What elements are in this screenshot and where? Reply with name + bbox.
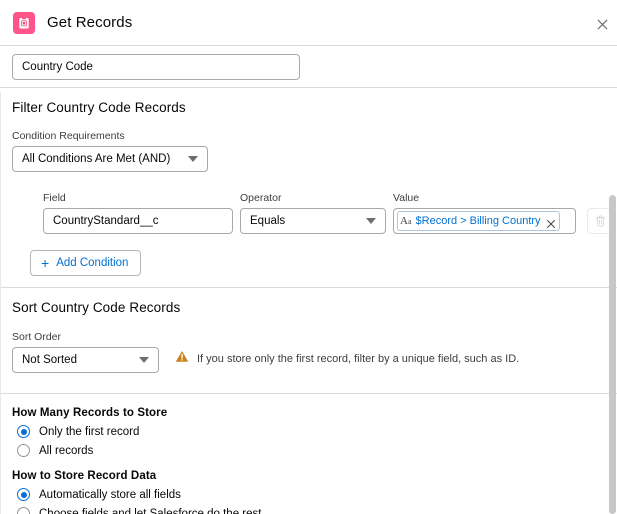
close-icon[interactable]	[592, 14, 612, 34]
vertical-scrollbar[interactable]	[609, 195, 616, 514]
filter-operator-select[interactable]: Equals	[240, 208, 386, 234]
get-records-clipboard-icon	[13, 11, 35, 34]
chevron-down-icon	[188, 156, 198, 162]
radio-only-first-record[interactable]: Only the first record	[12, 423, 605, 440]
condition-requirements-group: Condition Requirements All Conditions Ar…	[12, 129, 208, 172]
record-name-input[interactable]: Country Code	[12, 54, 300, 80]
record-name-input-value: Country Code	[22, 61, 93, 73]
condition-requirements-select[interactable]: All Conditions Are Met (AND)	[12, 146, 208, 172]
radio-indicator	[17, 507, 30, 514]
name-input-row: Country Code	[0, 46, 617, 88]
merge-field-pill[interactable]: Aa $Record > Billing Country	[397, 211, 560, 231]
sort-order-row: Sort Order Not Sorted If you store only …	[12, 330, 605, 373]
radio-label: All records	[39, 444, 94, 457]
filter-field-value: CountryStandard__c	[53, 215, 159, 227]
sort-section: Sort Country Code Records Sort Order Not…	[0, 288, 617, 394]
radio-label: Automatically store all fields	[39, 488, 181, 501]
sort-section-title: Sort Country Code Records	[12, 300, 181, 315]
radio-label: Choose fields and let Salesforce do the …	[39, 507, 262, 514]
chevron-down-icon	[366, 218, 376, 224]
sort-order-label: Sort Order	[12, 331, 62, 343]
add-condition-label: Add Condition	[56, 257, 129, 269]
filter-value-group: Value Aa $Record > Billing Country	[393, 191, 576, 234]
radio-indicator	[17, 488, 30, 501]
filter-condition-row: Field CountryStandard__c Operator Equals…	[12, 191, 613, 234]
filter-section: Filter Country Code Records Condition Re…	[0, 88, 617, 288]
get-records-modal: Get Records Country Code Filter Country …	[0, 0, 617, 514]
condition-requirements-value: All Conditions Are Met (AND)	[22, 153, 171, 165]
radio-choose-fields-salesforce[interactable]: Choose fields and let Salesforce do the …	[12, 505, 605, 514]
filter-field-group: Field CountryStandard__c	[43, 191, 233, 234]
filter-section-title: Filter Country Code Records	[12, 100, 186, 115]
radio-indicator	[17, 425, 30, 438]
radio-automatically-store-all-fields[interactable]: Automatically store all fields	[12, 486, 605, 503]
how-to-store-group: How to Store Record Data Automatically s…	[12, 470, 605, 514]
add-condition-button[interactable]: + Add Condition	[30, 250, 142, 276]
warning-triangle-icon	[175, 350, 189, 368]
sort-order-group: Sort Order Not Sorted	[12, 330, 159, 373]
scrollbar-thumb[interactable]	[609, 195, 616, 514]
radio-all-records[interactable]: All records	[12, 442, 605, 459]
modal-header: Get Records	[0, 0, 617, 46]
store-options-section: How Many Records to Store Only the first…	[0, 394, 617, 514]
text-format-icon: Aa	[400, 214, 412, 227]
merge-field-pill-text: $Record > Billing Country	[415, 215, 541, 227]
chevron-down-icon	[139, 357, 149, 363]
how-many-records-heading: How Many Records to Store	[12, 407, 168, 419]
sort-warning-text: If you store only the first record, filt…	[197, 353, 520, 365]
plus-icon: +	[41, 255, 50, 271]
sort-warning: If you store only the first record, filt…	[175, 350, 519, 368]
sort-order-select[interactable]: Not Sorted	[12, 347, 159, 373]
modal-body: Country Code Filter Country Code Records…	[0, 46, 617, 514]
filter-field-input[interactable]: CountryStandard__c	[43, 208, 233, 234]
filter-field-label: Field	[43, 192, 66, 204]
how-to-store-heading: How to Store Record Data	[12, 470, 157, 482]
condition-requirements-label: Condition Requirements	[12, 130, 125, 142]
radio-label: Only the first record	[39, 425, 140, 438]
pill-remove-icon[interactable]	[546, 216, 556, 229]
how-many-records-group: How Many Records to Store Only the first…	[12, 407, 605, 459]
filter-operator-group: Operator Equals	[240, 191, 386, 234]
sort-order-value: Not Sorted	[22, 354, 77, 366]
body-left-edge	[0, 92, 1, 514]
page-title: Get Records	[47, 14, 133, 31]
filter-operator-value: Equals	[250, 215, 286, 227]
filter-operator-label: Operator	[240, 192, 282, 204]
filter-value-input[interactable]: Aa $Record > Billing Country	[393, 208, 576, 234]
filter-value-label: Value	[393, 192, 420, 204]
radio-indicator	[17, 444, 30, 457]
add-condition-row: + Add Condition	[12, 250, 605, 276]
